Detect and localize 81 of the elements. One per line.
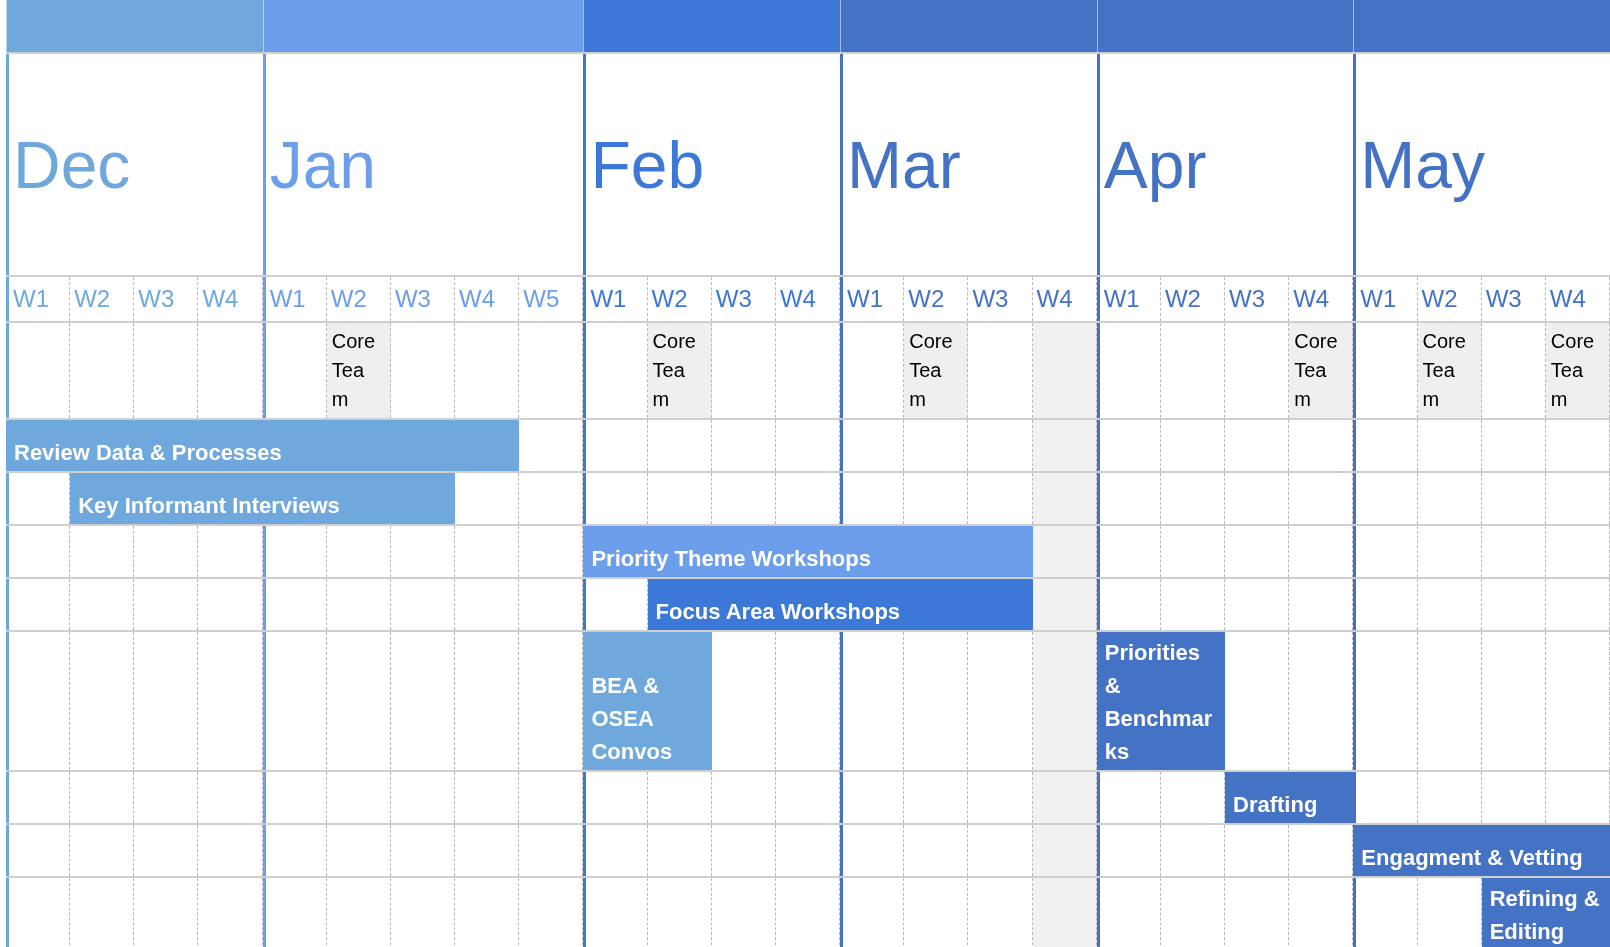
month-label: Apr (1096, 54, 1354, 275)
grid-cell (1032, 579, 1097, 630)
core-team-cell: Core Team (1545, 323, 1610, 418)
grid-cell (262, 825, 327, 876)
week-label: W3 (390, 277, 456, 321)
grid-cell (262, 579, 327, 630)
grid-cell (1032, 473, 1097, 524)
month-label: Feb (583, 54, 841, 275)
grid-cell (1096, 526, 1161, 577)
grid-cell (262, 772, 327, 823)
grid-cell (262, 878, 327, 947)
week-label: W2 (1417, 277, 1482, 321)
grid-cell (1353, 420, 1418, 471)
grid-cell (583, 878, 648, 947)
core-team-cell: Core Team (647, 323, 712, 418)
task-bar: BEA & OSEA Convos (583, 632, 712, 770)
grid-cell (583, 420, 648, 471)
week-label: W4 (455, 277, 520, 321)
week-label: W3 (968, 277, 1033, 321)
core-team-cell: Core Team (904, 323, 969, 418)
week-label: W5 (519, 277, 584, 321)
task-bar: Key Informant Interviews (70, 473, 456, 524)
grid-cell (1096, 878, 1161, 947)
grid-cell (6, 772, 71, 823)
core-team-cell: Core Team (326, 323, 391, 418)
task-bar: Priority Theme Workshops (583, 526, 1033, 577)
week-label: W1 (6, 277, 71, 321)
grid-cell (6, 825, 71, 876)
week-label: W2 (904, 277, 969, 321)
week-label: W2 (1160, 277, 1226, 321)
week-label: W4 (1289, 277, 1354, 321)
week-label: W3 (711, 277, 776, 321)
grid-cell (1353, 579, 1418, 630)
grid-cell (840, 772, 905, 823)
week-label: W2 (647, 277, 712, 321)
grid-cell (1032, 878, 1097, 947)
grid-cell (1032, 825, 1097, 876)
grid-cell (1032, 420, 1097, 471)
week-label: W2 (326, 277, 391, 321)
grid-cell (6, 526, 71, 577)
week-label: W4 (1545, 277, 1610, 321)
task-bar: Focus Area Workshops (647, 579, 1033, 630)
grid-cell (262, 526, 327, 577)
grid-cell (583, 825, 648, 876)
week-label: W1 (840, 277, 905, 321)
week-label: W4 (198, 277, 263, 321)
core-team-cell: Core Team (1417, 323, 1482, 418)
grid-cell (1353, 878, 1418, 947)
week-label: W1 (262, 277, 327, 321)
month-label: Mar (840, 54, 1097, 275)
grid-cell (583, 772, 648, 823)
week-label: W4 (1032, 277, 1097, 321)
month-label: May (1353, 54, 1610, 275)
task-bar: Engagment & Vetting (1353, 825, 1610, 876)
week-label: W3 (1481, 277, 1546, 321)
month-label: Jan (262, 54, 584, 275)
task-bar: Refining & Editing (1481, 878, 1610, 947)
grid-cell (1353, 473, 1418, 524)
grid-cell (1032, 772, 1097, 823)
grid-cell (1032, 526, 1097, 577)
week-label: W4 (775, 277, 841, 321)
grid-cell (1096, 473, 1161, 524)
week-label: W3 (134, 277, 199, 321)
grid-cell (6, 579, 71, 630)
week-label: W3 (1225, 277, 1290, 321)
month-label: Dec (6, 54, 263, 275)
grid-cell (6, 878, 71, 947)
grid-cell (1353, 526, 1418, 577)
task-bar: Drafting (1225, 772, 1354, 823)
task-bar: Review Data & Processes (6, 420, 520, 471)
grid-cell (840, 825, 905, 876)
grid-cell (840, 420, 905, 471)
grid-cell (1096, 420, 1161, 471)
core-team-cell: Core Team (1289, 323, 1354, 418)
grid-cell (1096, 772, 1161, 823)
grid-cell (1096, 825, 1161, 876)
week-label: W1 (1353, 277, 1418, 321)
week-label: W1 (1096, 277, 1161, 321)
grid-cell (840, 878, 905, 947)
week-label: W2 (70, 277, 135, 321)
week-label: W1 (583, 277, 648, 321)
